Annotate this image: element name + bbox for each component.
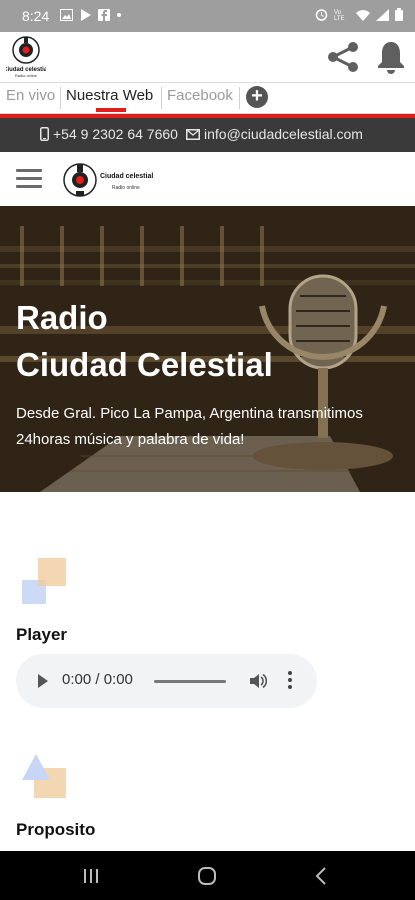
hero-title-line-2: Ciudad Celestial [16,346,273,383]
envelope-icon [186,128,200,140]
image-icon [60,9,73,21]
svg-text:Radio online: Radio online [112,185,140,191]
play-button[interactable] [38,674,48,688]
email-link[interactable]: info@ciudadcelestial.com [186,126,363,142]
contact-bar: +54 9 2302 64 7660 info@ciudadcelestial.… [0,118,415,152]
hero-banner: Radio Ciudad Celestial Desde Gral. Pico … [0,206,415,492]
shapes-decoration-icon [22,558,66,604]
svg-text:Ciudad celestial: Ciudad celestial [100,173,153,180]
wifi-icon [356,9,370,21]
svg-text:Radio online: Radio online [15,73,38,78]
tab-facebook[interactable]: Facebook [167,87,233,104]
hero-title: Radio Ciudad Celestial [16,294,273,388]
status-time: 8:24 [22,8,50,24]
hero-description: Desde Gral. Pico La Pampa, Argentina tra… [16,405,363,448]
site-logo[interactable]: Ciudad celestial Radio online [60,158,160,202]
battery-icon [395,8,403,21]
volume-icon[interactable] [249,672,267,690]
tab-en-vivo[interactable]: En vivo [6,87,55,104]
seek-slider[interactable] [154,680,226,683]
signal-icon [376,8,389,21]
purpose-section-title: Proposito [16,820,96,839]
recents-icon[interactable] [82,867,100,885]
tab-nuestra-web[interactable]: Nuestra Web [66,87,153,104]
site-header: Ciudad celestial Radio online [0,152,415,206]
volte-icon: VoLTE [334,10,345,21]
status-bar: 8:24 Vo LTE [0,0,415,32]
svg-text:LTE: LTE [334,16,345,21]
add-tab-icon[interactable]: + [246,86,268,108]
play-icon [81,9,91,21]
phone-link[interactable]: +54 9 2302 64 7660 [40,126,178,142]
tab-bar: En vivo Nuestra Web Facebook + [0,83,415,114]
home-icon[interactable] [197,866,217,886]
audio-player: 0:00 / 0:00 [16,654,317,708]
dot-icon [117,13,121,17]
tab-separator [239,87,240,109]
system-nav-bar [0,851,415,900]
alarm-icon [315,9,328,21]
triangle-decoration-icon [22,754,66,798]
phone-number: +54 9 2302 64 7660 [53,126,178,142]
more-options-icon[interactable] [288,671,292,691]
tab-separator [161,87,162,109]
share-icon[interactable] [326,40,360,74]
player-section-title: Player [16,625,68,644]
phone-icon [40,127,49,141]
facebook-icon [98,9,110,21]
email-address: info@ciudadcelestial.com [204,126,363,142]
app-logo[interactable]: Ciudad celestial Radio online [6,35,46,79]
hero-title-line-1: Radio [16,299,108,336]
active-tab-indicator [96,108,126,112]
menu-icon[interactable] [16,169,42,189]
bell-icon[interactable] [375,40,407,74]
app-bar: Ciudad celestial Radio online [0,32,415,83]
audio-time: 0:00 / 0:00 [62,671,133,688]
tab-separator [60,87,61,109]
back-icon[interactable] [314,866,328,886]
